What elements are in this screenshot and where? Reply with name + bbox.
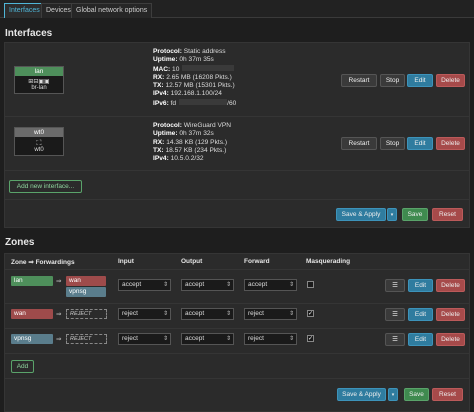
interface-device: wt0 [34,147,44,153]
divider [5,353,469,354]
tunnel-icon: ⛶ [36,139,42,147]
zone-row-lan: lan ⇒ wan vpnsg accept accept accept ☰ E… [0,273,474,301]
zone-badge: lan [11,276,53,286]
divider [5,378,469,379]
column-header-output: Output [181,258,203,265]
bridge-icon: ⊞⊟▣▣ [28,78,50,85]
menu-icon[interactable]: ☰ [385,279,405,292]
tab-global-network-options[interactable]: Global network options [71,3,153,18]
restart-button[interactable]: Restart [341,74,377,87]
column-header-masquerading: Masquerading [306,258,351,265]
tab-bar: Interfaces Devices Global network option… [0,0,474,18]
edit-button[interactable]: Edit [408,308,433,321]
stop-button[interactable]: Stop [380,137,405,150]
masquerading-checkbox[interactable]: ✓ [307,310,314,317]
save-button[interactable]: Save [402,208,428,221]
forward-policy-select[interactable]: accept [244,279,297,291]
save-apply-button[interactable]: Save & Apply [337,388,386,401]
forward-target-badge: wan [66,276,106,286]
interface-name: lan [15,67,63,76]
add-zone-button[interactable]: Add [11,360,34,373]
zone-badge: wan [11,309,53,319]
input-policy-select[interactable]: reject [118,333,171,345]
divider [5,199,469,200]
arrow-right-icon: ⇒ [56,310,62,318]
zone-row-vpnsg: vpnsg ⇒ REJECT reject accept reject ✓ ☰ … [0,329,474,351]
delete-button[interactable]: Delete [436,333,465,346]
column-header-input: Input [118,258,134,265]
masquerading-checkbox[interactable]: ✓ [307,335,314,342]
menu-icon[interactable]: ☰ [385,333,405,346]
interface-info-wt0: Protocol: WireGuard VPN Uptime: 0h 37m 3… [153,122,232,163]
interfaces-title: Interfaces [5,28,53,39]
tab-interfaces[interactable]: Interfaces [4,3,45,18]
interface-badge-lan: lan ⊞⊟▣▣ br-lan [14,66,64,94]
interface-name: wt0 [15,128,63,137]
chevron-down-icon[interactable]: ▾ [388,388,398,401]
interface-device: br-lan [31,85,47,91]
output-policy-select[interactable]: accept [181,308,234,320]
column-header-zone: Zone ⇒ Forwardings [11,259,75,266]
masquerading-checkbox[interactable] [307,281,314,288]
delete-button[interactable]: Delete [436,279,465,292]
zones-title: Zones [5,237,35,248]
interface-row-lan: lan ⊞⊟▣▣ br-lan Protocol: Static address… [0,44,474,118]
delete-button[interactable]: Delete [436,308,465,321]
output-policy-select[interactable]: accept [181,333,234,345]
reset-button[interactable]: Reset [432,388,463,401]
interface-info-lan: Protocol: Static address Uptime: 0h 37m … [153,48,237,107]
column-header-forward: Forward [244,258,270,265]
arrow-right-icon: ⇒ [56,277,62,285]
chevron-down-icon[interactable]: ▾ [387,208,397,221]
restart-button[interactable]: Restart [341,137,377,150]
edit-button[interactable]: Edit [407,74,433,87]
save-apply-button[interactable]: Save & Apply [336,208,386,221]
arrow-right-icon: ⇒ [56,335,62,343]
reject-badge: REJECT [66,334,107,344]
delete-button[interactable]: Delete [436,137,465,150]
forward-policy-select[interactable]: reject [244,308,297,320]
stop-button[interactable]: Stop [380,74,405,87]
input-policy-select[interactable]: accept [118,279,171,291]
delete-button[interactable]: Delete [436,74,465,87]
divider [5,170,469,171]
edit-button[interactable]: Edit [408,279,433,292]
divider [5,116,469,117]
interface-badge-wt0: wt0 ⛶ wt0 [14,127,64,156]
edit-button[interactable]: Edit [408,333,433,346]
reset-button[interactable]: Reset [432,208,463,221]
reject-badge: REJECT [66,309,107,319]
zone-badge: vpnsg [11,334,53,344]
edit-button[interactable]: Edit [407,137,433,150]
zone-row-wan: wan ⇒ REJECT reject accept reject ✓ ☰ Ed… [0,304,474,326]
forward-target-badge: vpnsg [66,287,106,297]
divider [5,269,469,270]
save-button[interactable]: Save [404,388,429,401]
forward-policy-select[interactable]: reject [244,333,297,345]
output-policy-select[interactable]: accept [181,279,234,291]
interface-row-wt0: wt0 ⛶ wt0 Protocol: WireGuard VPN Uptime… [0,118,474,168]
menu-icon[interactable]: ☰ [385,308,405,321]
input-policy-select[interactable]: reject [118,308,171,320]
add-new-interface-button[interactable]: Add new interface... [9,180,82,193]
